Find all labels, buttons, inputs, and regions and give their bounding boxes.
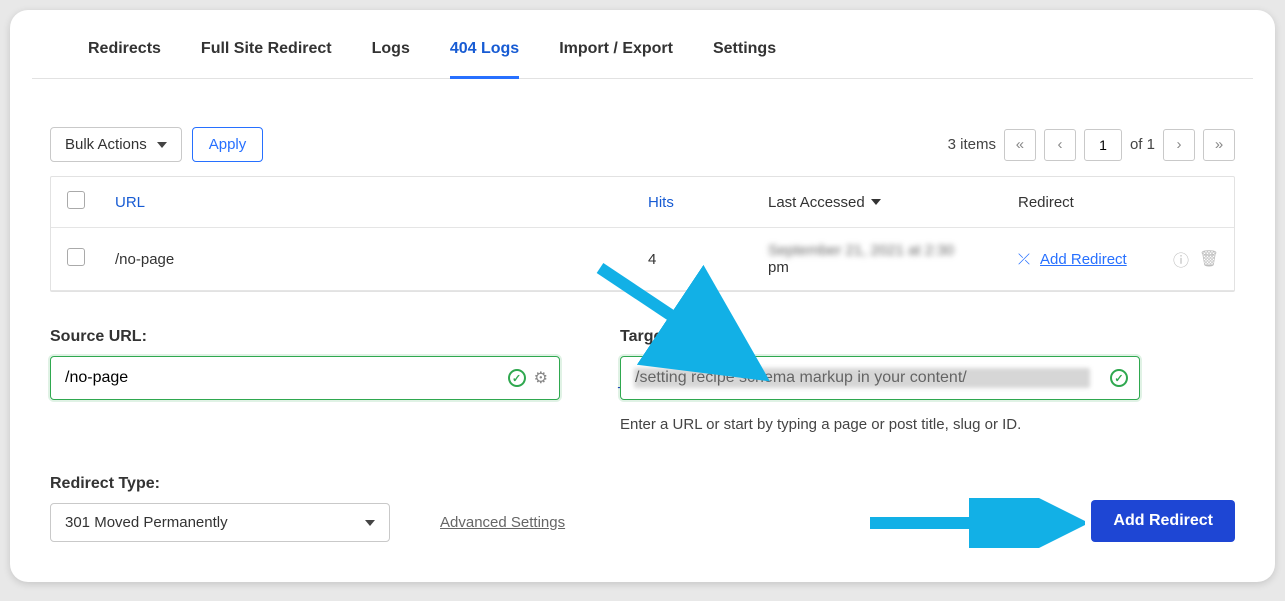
page-last-button[interactable]: » — [1203, 129, 1235, 161]
target-url-label: Target URL: — [620, 328, 1140, 346]
table-header: URL Hits Last Accessed Redirect — [51, 177, 1234, 228]
bulk-actions-label: Bulk Actions — [65, 136, 147, 153]
tab-logs[interactable]: Logs — [372, 30, 410, 78]
add-redirect-button[interactable]: Add Redirect — [1091, 500, 1235, 542]
items-count: 3 items — [948, 136, 996, 153]
tab-full-site-redirect[interactable]: Full Site Redirect — [201, 30, 332, 78]
row-last-accessed-line1: September 21, 2021 at 2:30 — [768, 242, 1018, 259]
redirect-type-value: 301 Moved Permanently — [65, 514, 228, 531]
annotation-arrow — [865, 498, 1085, 548]
column-last-accessed[interactable]: Last Accessed — [768, 194, 1018, 211]
column-url[interactable]: URL — [115, 194, 648, 211]
pagination: 3 items « ‹ of 1 › » — [948, 129, 1235, 161]
tab-settings[interactable]: Settings — [713, 30, 776, 78]
page-prev-button[interactable]: ‹ — [1044, 129, 1076, 161]
page-input[interactable] — [1084, 129, 1122, 161]
log-table: URL Hits Last Accessed Redirect /no-page… — [50, 176, 1235, 292]
column-hits[interactable]: Hits — [648, 194, 768, 211]
row-url: /no-page — [115, 251, 648, 268]
trash-icon[interactable]: 🗑 — [1200, 250, 1218, 268]
column-redirect: Redirect — [1018, 194, 1218, 211]
chevron-down-icon — [157, 142, 167, 148]
redirect-type-label: Redirect Type: — [50, 475, 565, 493]
toolbar-left: Bulk Actions Apply — [50, 127, 263, 162]
info-icon[interactable]: ⓘ — [1172, 250, 1190, 268]
row-checkbox[interactable] — [67, 248, 85, 266]
table-row: /no-page 4 September 21, 2021 at 2:30 pm… — [51, 228, 1234, 291]
apply-button[interactable]: Apply — [192, 127, 264, 162]
sort-desc-icon — [871, 199, 881, 205]
row-hits: 4 — [648, 251, 768, 268]
page-first-button[interactable]: « — [1004, 129, 1036, 161]
gear-icon[interactable]: ⚙ — [534, 368, 548, 388]
source-url-label: Source URL: — [50, 328, 560, 346]
page-of-text: of 1 — [1130, 136, 1155, 153]
page-next-button[interactable]: › — [1163, 129, 1195, 161]
tab-404-logs[interactable]: 404 Logs — [450, 30, 519, 79]
check-circle-icon: ✓ — [508, 369, 526, 387]
tab-redirects[interactable]: Redirects — [88, 30, 161, 78]
shuffle-icon: ⤫ — [1018, 250, 1030, 268]
row-last-accessed-line2: pm — [768, 259, 1018, 276]
toolbar: Bulk Actions Apply 3 items « ‹ of 1 › » — [10, 127, 1275, 162]
redirect-type-select[interactable]: 301 Moved Permanently — [50, 503, 390, 542]
select-all-checkbox[interactable] — [67, 191, 85, 209]
target-url-hint: Enter a URL or start by typing a page or… — [620, 416, 1140, 433]
redirect-form-urls: Source URL: ✓ ⚙ → Target URL: ✓ Enter a … — [50, 328, 1235, 433]
app-card: Redirects Full Site Redirect Logs 404 Lo… — [10, 10, 1275, 582]
check-circle-icon: ✓ — [1110, 369, 1128, 387]
tab-import-export[interactable]: Import / Export — [559, 30, 673, 78]
bulk-actions-select[interactable]: Bulk Actions — [50, 127, 182, 162]
add-redirect-link[interactable]: Add Redirect — [1040, 251, 1127, 268]
tab-bar: Redirects Full Site Redirect Logs 404 Lo… — [32, 30, 1253, 79]
redirect-form-type: Redirect Type: 301 Moved Permanently Adv… — [50, 475, 1235, 542]
source-url-input[interactable] — [50, 356, 560, 400]
advanced-settings-link[interactable]: Advanced Settings — [440, 514, 565, 531]
chevron-down-icon — [365, 520, 375, 526]
